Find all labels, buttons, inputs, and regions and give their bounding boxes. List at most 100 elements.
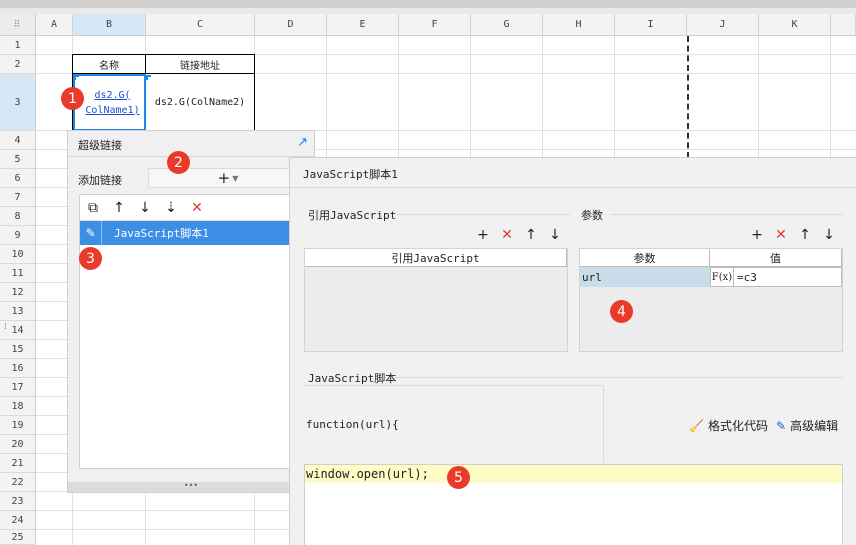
row-header-13[interactable]: 13 (0, 302, 36, 321)
callout-badge-4: 4 (610, 300, 633, 323)
row-header-9[interactable]: 9 (0, 226, 36, 245)
select-all-corner[interactable]: ⠿ (0, 14, 36, 36)
delete-icon[interactable]: ✕ (190, 200, 204, 216)
advanced-edit-label: 高级编辑 (790, 419, 839, 433)
row-header-19[interactable]: 19 (0, 416, 36, 435)
row-header-17[interactable]: 17 (0, 378, 36, 397)
list-item-javascript-1[interactable]: ✎ JavaScript脚本1 (80, 221, 290, 245)
callout-badge-2: 2 (167, 151, 190, 174)
row-header-6[interactable]: 6 (0, 169, 36, 188)
code-editor[interactable]: window.open(url); (304, 464, 843, 545)
ref-javascript-column-header: 引用JavaScript (305, 249, 567, 266)
row-header-12[interactable]: 12 (0, 283, 36, 302)
row-header-23[interactable]: 23 (0, 492, 36, 511)
format-code-button[interactable]: 🧹 格式化代码 (689, 417, 768, 434)
copy-icon[interactable]: ⧉ (86, 200, 100, 216)
script-section-label: JavaScript脚本 (308, 372, 397, 385)
sort-icon[interactable]: ⇣ (164, 200, 178, 216)
move-up-icon[interactable]: ↑ (524, 227, 538, 243)
move-down-icon[interactable]: ↓ (822, 227, 836, 243)
row-header-5[interactable]: 5 (0, 150, 36, 169)
param-name-cell[interactable]: url (580, 267, 710, 287)
row-header-20[interactable]: 20 (0, 435, 36, 454)
column-header-a[interactable]: A (36, 14, 73, 36)
move-down-icon[interactable]: ↓ (548, 227, 562, 243)
move-up-icon[interactable]: ↑ (112, 200, 126, 216)
formula-icon[interactable]: F(x) (710, 267, 734, 287)
editor-title: JavaScript脚本1 (303, 168, 398, 181)
row-header-7[interactable]: 7 (0, 188, 36, 207)
params-toolbar: + ✕ ↑ ↓ (750, 227, 836, 243)
cell-b2[interactable]: 名称 (73, 55, 145, 73)
link-list-toolbar: ⧉ ↑ ↓ ⇣ ✕ (80, 195, 290, 221)
column-header-h[interactable]: H (543, 14, 615, 36)
column-header-b[interactable]: B (73, 14, 146, 36)
cell-c2[interactable]: 链接地址 (146, 55, 254, 73)
row-header-18[interactable]: 18 (0, 397, 36, 416)
row-header-10[interactable]: 10 (0, 245, 36, 264)
hyperlink-dialog: 超级链接 ↗ 添加链接 + ▼ ⧉ ↑ ↓ ⇣ ✕ ✎ JavaScript脚本1… (67, 130, 315, 493)
expand-icon[interactable]: ↗ (297, 135, 308, 150)
add-icon[interactable]: + (476, 227, 490, 243)
column-header-d[interactable]: D (255, 14, 327, 36)
row-header-1[interactable]: 1 (0, 36, 36, 55)
row-header-25[interactable]: 25 (0, 530, 36, 545)
column-header-k[interactable]: K (759, 14, 831, 36)
row-header-2[interactable]: 2 (0, 55, 36, 74)
edit-icon: ✎ (776, 418, 787, 433)
row-header-24[interactable]: 24 (0, 511, 36, 530)
add-link-label: 添加链接 (78, 174, 122, 187)
divider (68, 156, 314, 157)
resize-grip[interactable]: ••• (68, 482, 314, 492)
delete-icon[interactable]: ✕ (500, 227, 514, 243)
delete-icon[interactable]: ✕ (774, 227, 788, 243)
list-item-label: JavaScript脚本1 (114, 227, 209, 240)
callout-badge-5: 5 (447, 466, 470, 489)
column-header-more[interactable] (831, 14, 856, 36)
params-column-value: 值 (710, 249, 842, 266)
move-down-icon[interactable]: ↓ (138, 200, 152, 216)
top-toolbar-strip (0, 0, 856, 8)
page-break-line (687, 36, 689, 158)
param-value-input[interactable]: =c3 (734, 267, 842, 287)
plus-icon: + (217, 169, 231, 187)
column-header-j[interactable]: J (687, 14, 759, 36)
params-section-label: 参数 (581, 209, 603, 222)
ref-javascript-toolbar: + ✕ ↑ ↓ (476, 227, 562, 243)
params-row[interactable]: url F(x) =c3 (580, 267, 842, 287)
column-header-i[interactable]: I (615, 14, 687, 36)
row-header-11[interactable]: 11 (0, 264, 36, 283)
add-icon[interactable]: + (750, 227, 764, 243)
code-body-line: window.open(url); (306, 467, 429, 481)
row-header-16[interactable]: 16 (0, 359, 36, 378)
row-header-22[interactable]: 22 (0, 473, 36, 492)
cell-c3[interactable]: ds2.G(ColName2) (146, 74, 254, 131)
column-header-c[interactable]: C (146, 14, 255, 36)
format-code-label: 格式化代码 (707, 419, 768, 433)
row-header-8[interactable]: 8 (0, 207, 36, 226)
cell-b3-line1: ds2.G( (94, 89, 131, 101)
row-header-21[interactable]: 21 (0, 454, 36, 473)
link-list-panel: ⧉ ↑ ↓ ⇣ ✕ ✎ JavaScript脚本1 (79, 194, 291, 469)
code-line-highlighted[interactable]: window.open(url); (305, 465, 842, 483)
column-header-e[interactable]: E (327, 14, 399, 36)
column-header-f[interactable]: F (399, 14, 471, 36)
section-rule (610, 214, 843, 215)
ref-javascript-table: 引用JavaScript (304, 248, 568, 352)
move-up-icon[interactable]: ↑ (798, 227, 812, 243)
advanced-edit-button[interactable]: ✎ 高级编辑 (776, 417, 838, 434)
chevron-down-icon: ▼ (232, 173, 239, 183)
cell-b3-hyperlink[interactable]: ds2.G( ColName1) (73, 74, 146, 131)
params-table-header: 参数 值 (580, 249, 842, 267)
javascript-editor-panel: JavaScript脚本1 引用JavaScript + ✕ ↑ ↓ 引用Jav… (289, 157, 856, 545)
ref-javascript-table-header: 引用JavaScript (305, 249, 567, 267)
divider (290, 187, 856, 188)
callout-badge-3: 3 (79, 247, 102, 270)
sidebar-splitter-handle[interactable]: ⁞ (4, 322, 12, 352)
row-header-4[interactable]: 4 (0, 131, 36, 150)
column-header-g[interactable]: G (471, 14, 543, 36)
row-header-3[interactable]: 3 (0, 74, 36, 131)
cell-corner-marker (74, 75, 79, 80)
code-function-signature: function(url){ (306, 418, 399, 431)
section-rule (394, 377, 843, 378)
